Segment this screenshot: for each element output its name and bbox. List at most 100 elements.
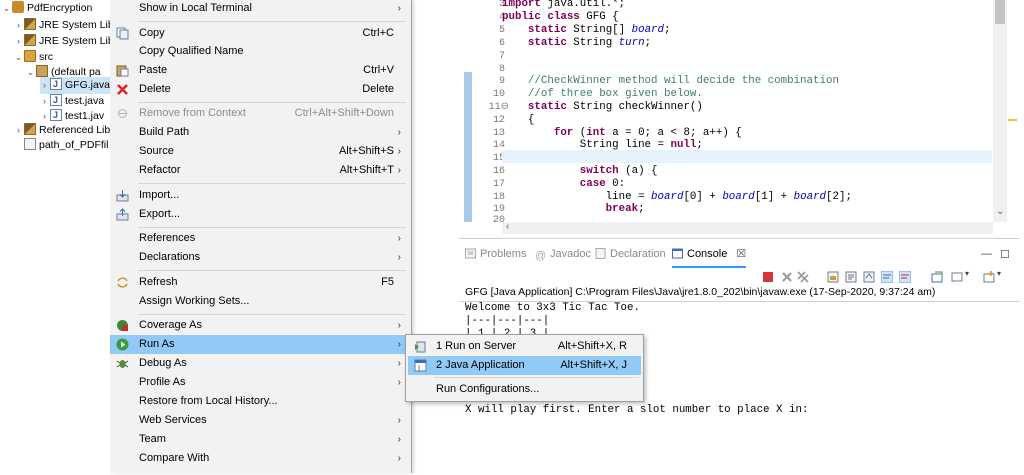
tab-javadoc[interactable]: @ Javadoc (535, 246, 591, 263)
submenu-arrow-icon: › (397, 339, 401, 350)
tab-label: Declaration (610, 248, 666, 260)
menu-item-shortcut: Ctrl+C (362, 27, 394, 39)
pin-console-icon[interactable] (863, 271, 875, 283)
code-area[interactable]: import java.util.*; public class GFG { s… (502, 0, 992, 222)
menu-item-label: Delete (139, 83, 171, 95)
editor-horizontal-scrollbar[interactable]: ‹ (502, 221, 993, 234)
code-line: //CheckWinner method will decide the com… (502, 75, 839, 87)
tree-item-label: JRE System Lib (39, 35, 110, 47)
menu-item-show-in-local-terminal[interactable]: Show in Local Terminal › (110, 0, 410, 18)
menu-item-copy[interactable]: Copy Ctrl+C (110, 24, 410, 43)
overview-ruler (1007, 0, 1020, 222)
word-wrap-icon[interactable] (845, 271, 857, 283)
chevron-down-icon[interactable]: ⌄ (26, 64, 35, 81)
submenu-item-run-configurations[interactable]: Run Configurations... (408, 380, 641, 399)
menu-item-label: Run Configurations... (436, 383, 540, 395)
menu-item-assign-working-sets[interactable]: Assign Working Sets... (110, 292, 410, 311)
scroll-left-icon[interactable]: ‹ (506, 221, 509, 232)
editor-vertical-scrollbar[interactable]: ⌄ (993, 0, 1007, 222)
code-line: { (502, 114, 535, 126)
submenu-arrow-icon: › (397, 146, 401, 157)
terminate-icon[interactable] (762, 271, 774, 283)
tree-item-path-file[interactable]: path_of_PDFfil (14, 137, 108, 154)
tab-problems[interactable]: Problems (465, 246, 526, 263)
close-icon[interactable]: ☒ (736, 248, 746, 260)
context-menu: Show in Local Terminal › Copy Ctrl+C Cop… (110, 0, 412, 473)
chevron-down-icon[interactable]: ⌄ (14, 49, 23, 66)
scroll-lock-icon[interactable] (827, 271, 839, 283)
remove-all-terminated-icon[interactable] (797, 271, 809, 283)
code-editor[interactable]: 3 4 5 6 7 8 9 10 11⊖ 12 13 14 15 16 17 1… (461, 0, 1020, 222)
code-line: case 0: (579, 178, 626, 190)
display-console-icon[interactable] (951, 271, 963, 283)
chevron-down-icon[interactable]: ▾ (997, 269, 1001, 278)
java-application-icon: J (414, 359, 427, 372)
menu-item-references[interactable]: References › (110, 229, 410, 248)
library-icon (24, 123, 36, 135)
submenu-arrow-icon: › (397, 377, 401, 388)
menu-item-restore-from-local-history[interactable]: Restore from Local History... (110, 392, 410, 411)
submenu-item-java-application[interactable]: J 2 Java Application Alt+Shift+X, J (408, 356, 641, 375)
show-on-output-icon[interactable] (881, 271, 893, 283)
menu-item-compare-with[interactable]: Compare With › (110, 449, 410, 468)
code-line: static String turn; (527, 37, 652, 49)
chevron-right-icon[interactable]: › (14, 17, 23, 34)
new-console-icon[interactable] (983, 271, 995, 283)
menu-item-build-path[interactable]: Build Path › (110, 123, 410, 142)
menu-item-import[interactable]: Import... (110, 186, 410, 205)
remove-launch-icon[interactable] (781, 271, 793, 283)
menu-item-shortcut: Ctrl+V (363, 64, 394, 76)
menu-item-copy-qualified-name[interactable]: Copy Qualified Name (110, 42, 410, 61)
java-file-icon (50, 92, 62, 109)
tree-item-project[interactable]: ⌄ PdfEncryption (2, 0, 92, 17)
code-line: static String checkWinner() (527, 101, 703, 113)
tree-item-label: test1.jav (65, 110, 105, 122)
menu-item-refresh[interactable]: Refresh F5 (110, 273, 410, 292)
menu-item-delete[interactable]: Delete Delete (110, 80, 410, 99)
open-console-icon[interactable] (931, 271, 943, 283)
menu-item-label: Source (139, 145, 174, 157)
tree-item-gfg-java[interactable]: › GFG.java (40, 76, 110, 94)
menu-item-label: Show in Local Terminal (139, 2, 252, 14)
menu-item-paste[interactable]: Paste Ctrl+V (110, 61, 410, 80)
menu-item-refactor[interactable]: Refactor Alt+Shift+T › (110, 161, 410, 180)
minimize-icon[interactable]: — (981, 248, 992, 260)
coverage-icon (117, 320, 128, 331)
scroll-down-icon[interactable]: ⌄ (996, 206, 1004, 217)
tree-item-jre-lib-1[interactable]: › JRE System Lib (14, 17, 110, 34)
menu-item-coverage-as[interactable]: Coverage As › (110, 316, 410, 335)
menu-item-remove-from-context: Remove from Context Ctrl+Alt+Shift+Down (110, 104, 410, 123)
menu-item-shortcut: Alt+Shift+S (338, 145, 394, 157)
chevron-right-icon[interactable]: › (14, 33, 23, 50)
menu-item-shortcut: Alt+Shift+X, J (560, 359, 627, 371)
tree-item-jre-lib-2[interactable]: › JRE System Lib (14, 33, 110, 50)
menu-item-run-as[interactable]: Run As › (110, 335, 410, 354)
submenu-item-run-on-server[interactable]: 1 Run on Server Alt+Shift+X, R (408, 337, 641, 356)
menu-item-team[interactable]: Team › (110, 430, 410, 449)
javadoc-icon: @ (535, 250, 547, 262)
menu-item-debug-as[interactable]: Debug As › (110, 354, 410, 373)
code-line: public class GFG { (502, 11, 619, 23)
menu-item-label: Refresh (139, 276, 178, 288)
tab-console[interactable]: Console ☒ (672, 246, 747, 268)
console-launch-description: GFG [Java Application] C:\Program Files\… (465, 286, 936, 298)
menu-item-label: Remove from Context (139, 107, 246, 119)
scrollbar-thumb[interactable] (995, 0, 1005, 24)
menu-item-web-services[interactable]: Web Services › (110, 411, 410, 430)
chevron-down-icon[interactable]: ⌄ (2, 0, 11, 17)
show-on-error-icon[interactable] (899, 271, 911, 283)
svg-text:J: J (417, 364, 420, 372)
menu-separator (138, 314, 406, 315)
submenu-arrow-icon: › (397, 252, 401, 263)
console-line: Welcome to 3x3 Tic Tac Toe. (465, 302, 640, 314)
menu-item-declarations[interactable]: Declarations › (110, 248, 410, 267)
chevron-right-icon[interactable]: › (40, 77, 49, 94)
maximize-icon[interactable]: ☐ (1000, 248, 1010, 261)
menu-item-profile-as[interactable]: Profile As › (110, 373, 410, 392)
menu-item-export[interactable]: Export... (110, 205, 410, 224)
menu-item-label: Copy Qualified Name (139, 45, 244, 57)
chevron-down-icon[interactable]: ▾ (965, 269, 969, 278)
file-icon (24, 138, 36, 150)
menu-item-source[interactable]: Source Alt+Shift+S › (110, 142, 410, 161)
tab-declaration[interactable]: Declaration (595, 246, 666, 263)
